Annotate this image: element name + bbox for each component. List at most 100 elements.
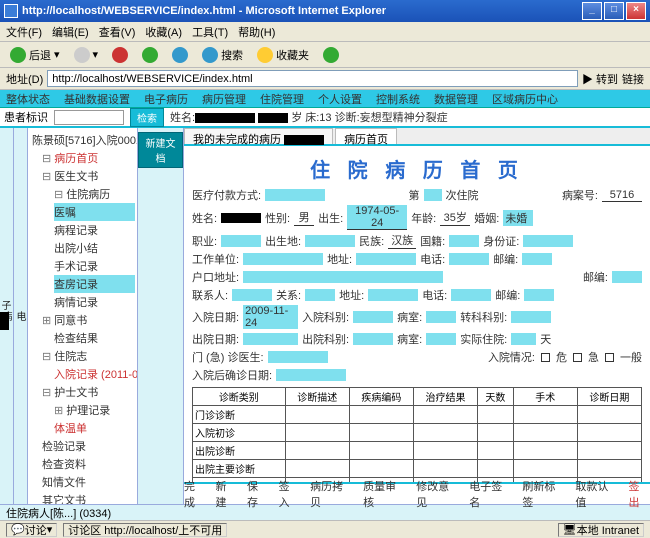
idno-field[interactable] xyxy=(523,235,573,247)
tree-doctor-docs[interactable]: ⊟ 医生文书 xyxy=(42,167,135,185)
tree-nursing[interactable]: ⊞ 护理记录 xyxy=(54,401,135,419)
nav-basedata[interactable]: 基础数据设置 xyxy=(64,91,130,107)
ward-field[interactable] xyxy=(424,189,442,201)
pay-field[interactable] xyxy=(265,189,325,201)
outdept-field[interactable] xyxy=(353,333,393,345)
back-button[interactable]: 后退▾ xyxy=(6,45,64,65)
indate-value[interactable]: 2009-11-24 xyxy=(243,305,298,329)
inward-field[interactable] xyxy=(426,311,456,323)
tab-record-home[interactable]: 病历首页 xyxy=(335,128,397,144)
tel-field[interactable] xyxy=(449,253,489,265)
tree-admit-record[interactable]: 入院记录 (2011-07- xyxy=(54,365,135,383)
address-input[interactable] xyxy=(47,70,578,87)
tree-temp-sheet[interactable]: 体温单 xyxy=(54,419,135,437)
marry-value[interactable]: 未婚 xyxy=(503,210,533,226)
unit-field[interactable] xyxy=(243,253,323,265)
minimize-button[interactable]: _ xyxy=(582,2,602,20)
outdate-field[interactable] xyxy=(243,333,298,345)
nav-record-mgmt[interactable]: 病历管理 xyxy=(202,91,246,107)
search-button[interactable]: 搜索 xyxy=(198,45,247,65)
menu-fav[interactable]: 收藏(A) xyxy=(145,24,182,40)
patient-id-input[interactable] xyxy=(54,110,124,125)
nav-control[interactable]: 控制系统 xyxy=(376,91,420,107)
table-row[interactable]: 门诊诊断 xyxy=(193,406,642,424)
nav-personal[interactable]: 个人设置 xyxy=(318,91,362,107)
action-complete[interactable]: 完成 xyxy=(184,478,206,510)
trans-field[interactable] xyxy=(511,311,551,323)
status-discuss[interactable]: 💬 讨论 ▾ xyxy=(6,523,57,537)
tree-condition[interactable]: 病情记录 xyxy=(54,293,135,311)
tree-lab[interactable]: 检验记录 xyxy=(42,437,135,455)
tree-ward-round[interactable]: 查房记录 xyxy=(54,275,135,293)
table-row[interactable]: 入院初诊 xyxy=(193,424,642,442)
status-critical[interactable] xyxy=(541,353,550,362)
status-urgent[interactable] xyxy=(573,353,582,362)
menu-edit[interactable]: 编辑(E) xyxy=(52,24,89,40)
tree-surgery[interactable]: 手术记录 xyxy=(54,257,135,275)
new-doc-button[interactable]: 新建文档 xyxy=(138,132,183,168)
menu-help[interactable]: 帮助(H) xyxy=(238,24,275,40)
maximize-button[interactable]: □ xyxy=(604,2,624,20)
action-refresh[interactable]: 刷新标签 xyxy=(522,478,565,510)
stop-button[interactable] xyxy=(108,45,132,65)
close-button[interactable]: × xyxy=(626,2,646,20)
tree-exam-data[interactable]: 检查资料 xyxy=(42,455,135,473)
action-new[interactable]: 新建 xyxy=(216,478,238,510)
home-field[interactable] xyxy=(243,271,443,283)
tree-inpatient-record[interactable]: ⊟ 住院病历 xyxy=(54,185,135,203)
menu-view[interactable]: 查看(V) xyxy=(99,24,136,40)
caddr-field[interactable] xyxy=(368,289,418,301)
go-button[interactable]: ▶ 转到 xyxy=(582,71,618,87)
days-field[interactable] xyxy=(511,333,536,345)
links-label[interactable]: 链接 xyxy=(622,71,644,87)
czip-field[interactable] xyxy=(524,289,554,301)
left-rail-2[interactable]: 电子 xyxy=(14,128,28,504)
addr-field[interactable] xyxy=(356,253,416,265)
tree-other[interactable]: 其它文书 xyxy=(42,491,135,504)
tab-pending[interactable]: 我的未完成的病历 xyxy=(184,128,333,144)
table-row[interactable]: 出院诊断 xyxy=(193,442,642,460)
history-button[interactable] xyxy=(319,45,343,65)
action-checkin[interactable]: 签入 xyxy=(279,478,301,510)
action-esign[interactable]: 电子签名 xyxy=(469,478,512,510)
favorites-button[interactable]: 收藏夹 xyxy=(253,45,313,65)
menu-file[interactable]: 文件(F) xyxy=(6,24,42,40)
tree-progress[interactable]: 病程记录 xyxy=(54,221,135,239)
tree-record-home[interactable]: ⊟ 病历首页 xyxy=(42,149,135,167)
bottom-tab-patient[interactable]: 住院病人[陈...] (0334) xyxy=(6,505,111,521)
tree-root[interactable]: 陈景硕[5716]入院0001-1-1 xyxy=(32,131,135,149)
zip2-field[interactable] xyxy=(612,271,642,283)
zip-field[interactable] xyxy=(522,253,552,265)
nav-data[interactable]: 数据管理 xyxy=(434,91,478,107)
country-field[interactable] xyxy=(449,235,479,247)
action-copy[interactable]: 病历拷贝 xyxy=(310,478,353,510)
home-button[interactable] xyxy=(168,45,192,65)
birth-value[interactable]: 1974-05-24 xyxy=(347,205,407,230)
nav-emr[interactable]: 电子病历 xyxy=(144,91,188,107)
tree-discharge-sum[interactable]: 出院小结 xyxy=(54,239,135,257)
nav-status[interactable]: 整体状态 xyxy=(6,91,50,107)
tree-exam-result[interactable]: 检查结果 xyxy=(54,329,135,347)
job-field[interactable] xyxy=(221,235,261,247)
action-save[interactable]: 保存 xyxy=(247,478,269,510)
refresh-button[interactable] xyxy=(138,45,162,65)
tree-informed[interactable]: 知情文件 xyxy=(42,473,135,491)
action-checkout[interactable]: 签出 xyxy=(628,478,650,510)
action-edit-opinion[interactable]: 修改意见 xyxy=(416,478,459,510)
search-patient-button[interactable]: 检索 xyxy=(130,108,164,127)
nav-inpatient[interactable]: 住院管理 xyxy=(260,91,304,107)
menu-tools[interactable]: 工具(T) xyxy=(192,24,228,40)
table-row[interactable]: 出院主要诊断 xyxy=(193,460,642,478)
tree-nurse-docs[interactable]: ⊟ 护士文书 xyxy=(42,383,135,401)
born-field[interactable] xyxy=(305,235,355,247)
contact-field[interactable] xyxy=(232,289,272,301)
forward-button[interactable]: ▾ xyxy=(70,45,103,65)
status-normal[interactable] xyxy=(605,353,614,362)
tree-admission[interactable]: ⊟ 住院志 xyxy=(42,347,135,365)
tree-consent[interactable]: ⊞ 同意书 xyxy=(42,311,135,329)
er-doc-field[interactable] xyxy=(268,351,328,363)
action-defaults[interactable]: 取款认值 xyxy=(575,478,618,510)
action-review[interactable]: 质量审核 xyxy=(363,478,406,510)
ctel-field[interactable] xyxy=(451,289,491,301)
outward-field[interactable] xyxy=(426,333,456,345)
